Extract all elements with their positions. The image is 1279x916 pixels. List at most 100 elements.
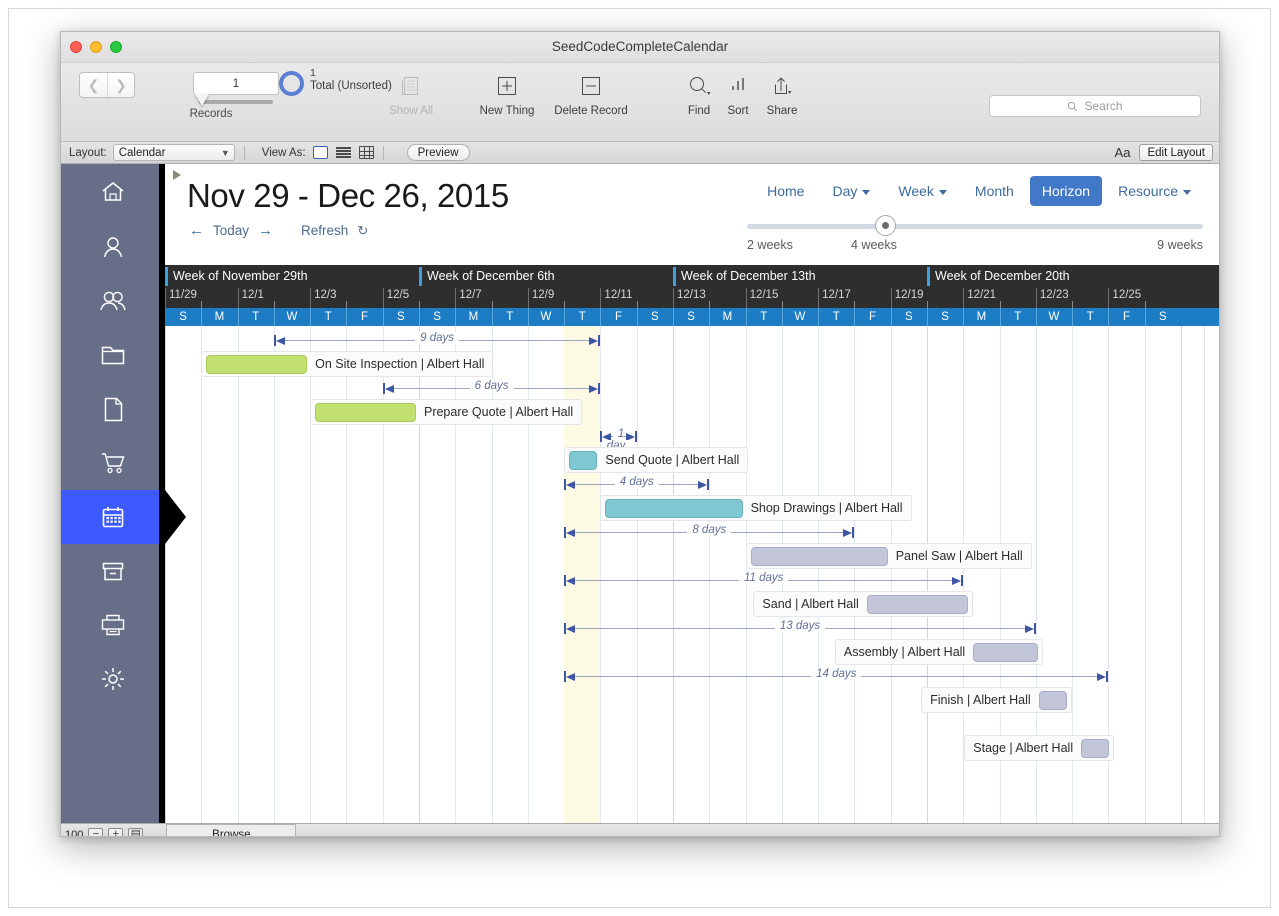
sort-label: Sort bbox=[727, 105, 749, 117]
edit-layout-button[interactable]: Edit Layout bbox=[1139, 144, 1213, 161]
gantt-task[interactable]: Stage | Albert Hall bbox=[964, 735, 1115, 761]
grid-line bbox=[165, 326, 166, 823]
sidebar-item-print[interactable] bbox=[61, 598, 165, 652]
gantt-task[interactable]: Panel Saw | Albert Hall bbox=[745, 543, 1032, 569]
tab-month[interactable]: Month bbox=[963, 176, 1026, 206]
copies-icon bbox=[371, 69, 451, 103]
range-zoom-slider[interactable]: 2 weeks 4 weeks 9 weeks bbox=[747, 215, 1203, 252]
sidebar-item-projects[interactable] bbox=[61, 328, 165, 382]
next-period-arrow-icon[interactable]: → bbox=[258, 222, 273, 239]
sidebar-item-calendar[interactable] bbox=[61, 490, 186, 544]
sidebar-item-contacts[interactable] bbox=[61, 274, 165, 328]
day-separator bbox=[927, 308, 928, 326]
duration-connector: 6 days bbox=[382, 380, 601, 395]
sort-button[interactable]: Sort bbox=[716, 69, 760, 117]
delete-record-button[interactable]: Delete Record bbox=[536, 69, 646, 117]
task-bar[interactable] bbox=[569, 450, 598, 470]
share-button[interactable]: Share bbox=[756, 69, 808, 117]
gantt-task[interactable]: Finish | Albert Hall bbox=[921, 687, 1072, 713]
record-slider-thumb[interactable] bbox=[195, 94, 209, 106]
slider-thumb[interactable] bbox=[875, 215, 896, 236]
refresh-icon[interactable]: ↻ bbox=[357, 223, 368, 239]
tab-home[interactable]: Home bbox=[755, 176, 816, 206]
task-bar[interactable] bbox=[605, 498, 743, 518]
disclosure-triangle-icon[interactable] bbox=[173, 170, 181, 180]
show-all-button[interactable]: Show All bbox=[371, 69, 451, 117]
mode-tab-browse[interactable]: Browse bbox=[166, 824, 297, 836]
day-of-week-cell: M bbox=[722, 311, 733, 323]
sidebar-item-settings[interactable] bbox=[61, 652, 165, 706]
toggle-sidebar-button[interactable]: ▤ bbox=[128, 828, 144, 836]
gantt-task[interactable]: Shop Drawings | Albert Hall bbox=[600, 495, 912, 521]
text-format-icon[interactable]: Aa bbox=[1115, 145, 1131, 160]
plus-box-icon bbox=[467, 69, 547, 103]
day-of-week-cell: F bbox=[1123, 311, 1131, 323]
view-as-group bbox=[312, 146, 374, 159]
previous-record-button[interactable]: ❮ bbox=[80, 73, 107, 97]
sidebar-item-orders[interactable] bbox=[61, 436, 165, 490]
task-bar[interactable] bbox=[315, 402, 416, 422]
tab-week[interactable]: Week bbox=[886, 176, 959, 206]
list-view-icon[interactable] bbox=[335, 146, 351, 159]
task-label: Sand | Albert Hall bbox=[762, 597, 859, 611]
form-view-icon[interactable] bbox=[312, 146, 328, 159]
date-label: 12/11 bbox=[604, 289, 633, 301]
record-navigation[interactable]: ❮ ❯ bbox=[79, 72, 135, 98]
find-button[interactable]: Find bbox=[677, 69, 721, 117]
task-bar[interactable] bbox=[973, 642, 1038, 662]
new-thing-button[interactable]: New Thing bbox=[467, 69, 547, 117]
refresh-button[interactable]: Refresh bbox=[301, 223, 348, 238]
grid-line bbox=[201, 326, 203, 823]
day-separator bbox=[781, 308, 783, 326]
preview-button[interactable]: Preview bbox=[406, 144, 470, 161]
task-bar[interactable] bbox=[750, 546, 888, 566]
record-count-donut-icon bbox=[279, 71, 304, 96]
day-of-week-cell: S bbox=[905, 311, 913, 323]
date-tick bbox=[636, 301, 638, 308]
record-number-field[interactable]: 1 bbox=[193, 72, 279, 95]
gantt-grid[interactable]: 9 days On Site Inspection | Albert Hall 6 … bbox=[165, 326, 1219, 823]
search-input[interactable]: Search bbox=[989, 95, 1201, 117]
task-bar[interactable] bbox=[1038, 690, 1067, 710]
day-of-week-cell: S bbox=[941, 311, 949, 323]
task-bar[interactable] bbox=[1081, 738, 1110, 758]
slider-value-label: 4 weeks bbox=[851, 238, 897, 252]
tab-resource[interactable]: Resource bbox=[1106, 176, 1203, 206]
task-label: Shop Drawings | Albert Hall bbox=[750, 501, 903, 515]
calendar-view-tabs: Home Day Week Month Horizon Resource bbox=[755, 176, 1203, 206]
sidebar-item-home[interactable] bbox=[61, 164, 165, 220]
task-label: Finish | Albert Hall bbox=[930, 693, 1031, 707]
chevron-down-icon bbox=[938, 189, 947, 195]
date-tick bbox=[1072, 301, 1074, 308]
today-button[interactable]: Today bbox=[213, 223, 249, 238]
sidebar-item-archive[interactable] bbox=[61, 544, 165, 598]
week-header-cell: Week of November 29th bbox=[165, 265, 419, 288]
zoom-in-button[interactable]: + bbox=[108, 828, 124, 836]
gear-icon bbox=[102, 668, 124, 690]
previous-period-arrow-icon[interactable]: ← bbox=[189, 222, 204, 239]
record-slider-track[interactable] bbox=[199, 100, 273, 104]
right-gutter bbox=[1204, 326, 1219, 823]
gantt-task[interactable]: On Site Inspection | Albert Hall bbox=[201, 351, 494, 377]
slider-track[interactable] bbox=[747, 215, 1203, 236]
task-bar[interactable] bbox=[866, 594, 968, 614]
task-bar[interactable] bbox=[206, 354, 308, 374]
task-label: Send Quote | Albert Hall bbox=[605, 453, 740, 467]
layout-select[interactable]: Calendar ▼ bbox=[112, 144, 235, 161]
day-separator bbox=[1144, 308, 1146, 326]
gantt-task[interactable]: Assembly | Albert Hall bbox=[834, 639, 1043, 665]
date-label: 12/3 bbox=[314, 289, 337, 301]
tab-resource-label: Resource bbox=[1118, 183, 1178, 199]
gantt-task[interactable]: Sand | Albert Hall bbox=[753, 591, 973, 617]
gantt-task[interactable]: Send Quote | Albert Hall bbox=[564, 447, 749, 473]
sidebar-item-documents[interactable] bbox=[61, 382, 165, 436]
tab-day[interactable]: Day bbox=[820, 176, 882, 206]
day-separator bbox=[346, 308, 348, 326]
zoom-out-button[interactable]: − bbox=[88, 828, 104, 836]
next-record-button[interactable]: ❯ bbox=[107, 73, 134, 97]
table-view-icon[interactable] bbox=[358, 146, 374, 159]
gantt-task[interactable]: Prepare Quote | Albert Hall bbox=[310, 399, 583, 425]
sidebar-item-contact[interactable] bbox=[61, 220, 165, 274]
task-label: On Site Inspection | Albert Hall bbox=[315, 357, 485, 371]
tab-horizon[interactable]: Horizon bbox=[1029, 176, 1103, 206]
